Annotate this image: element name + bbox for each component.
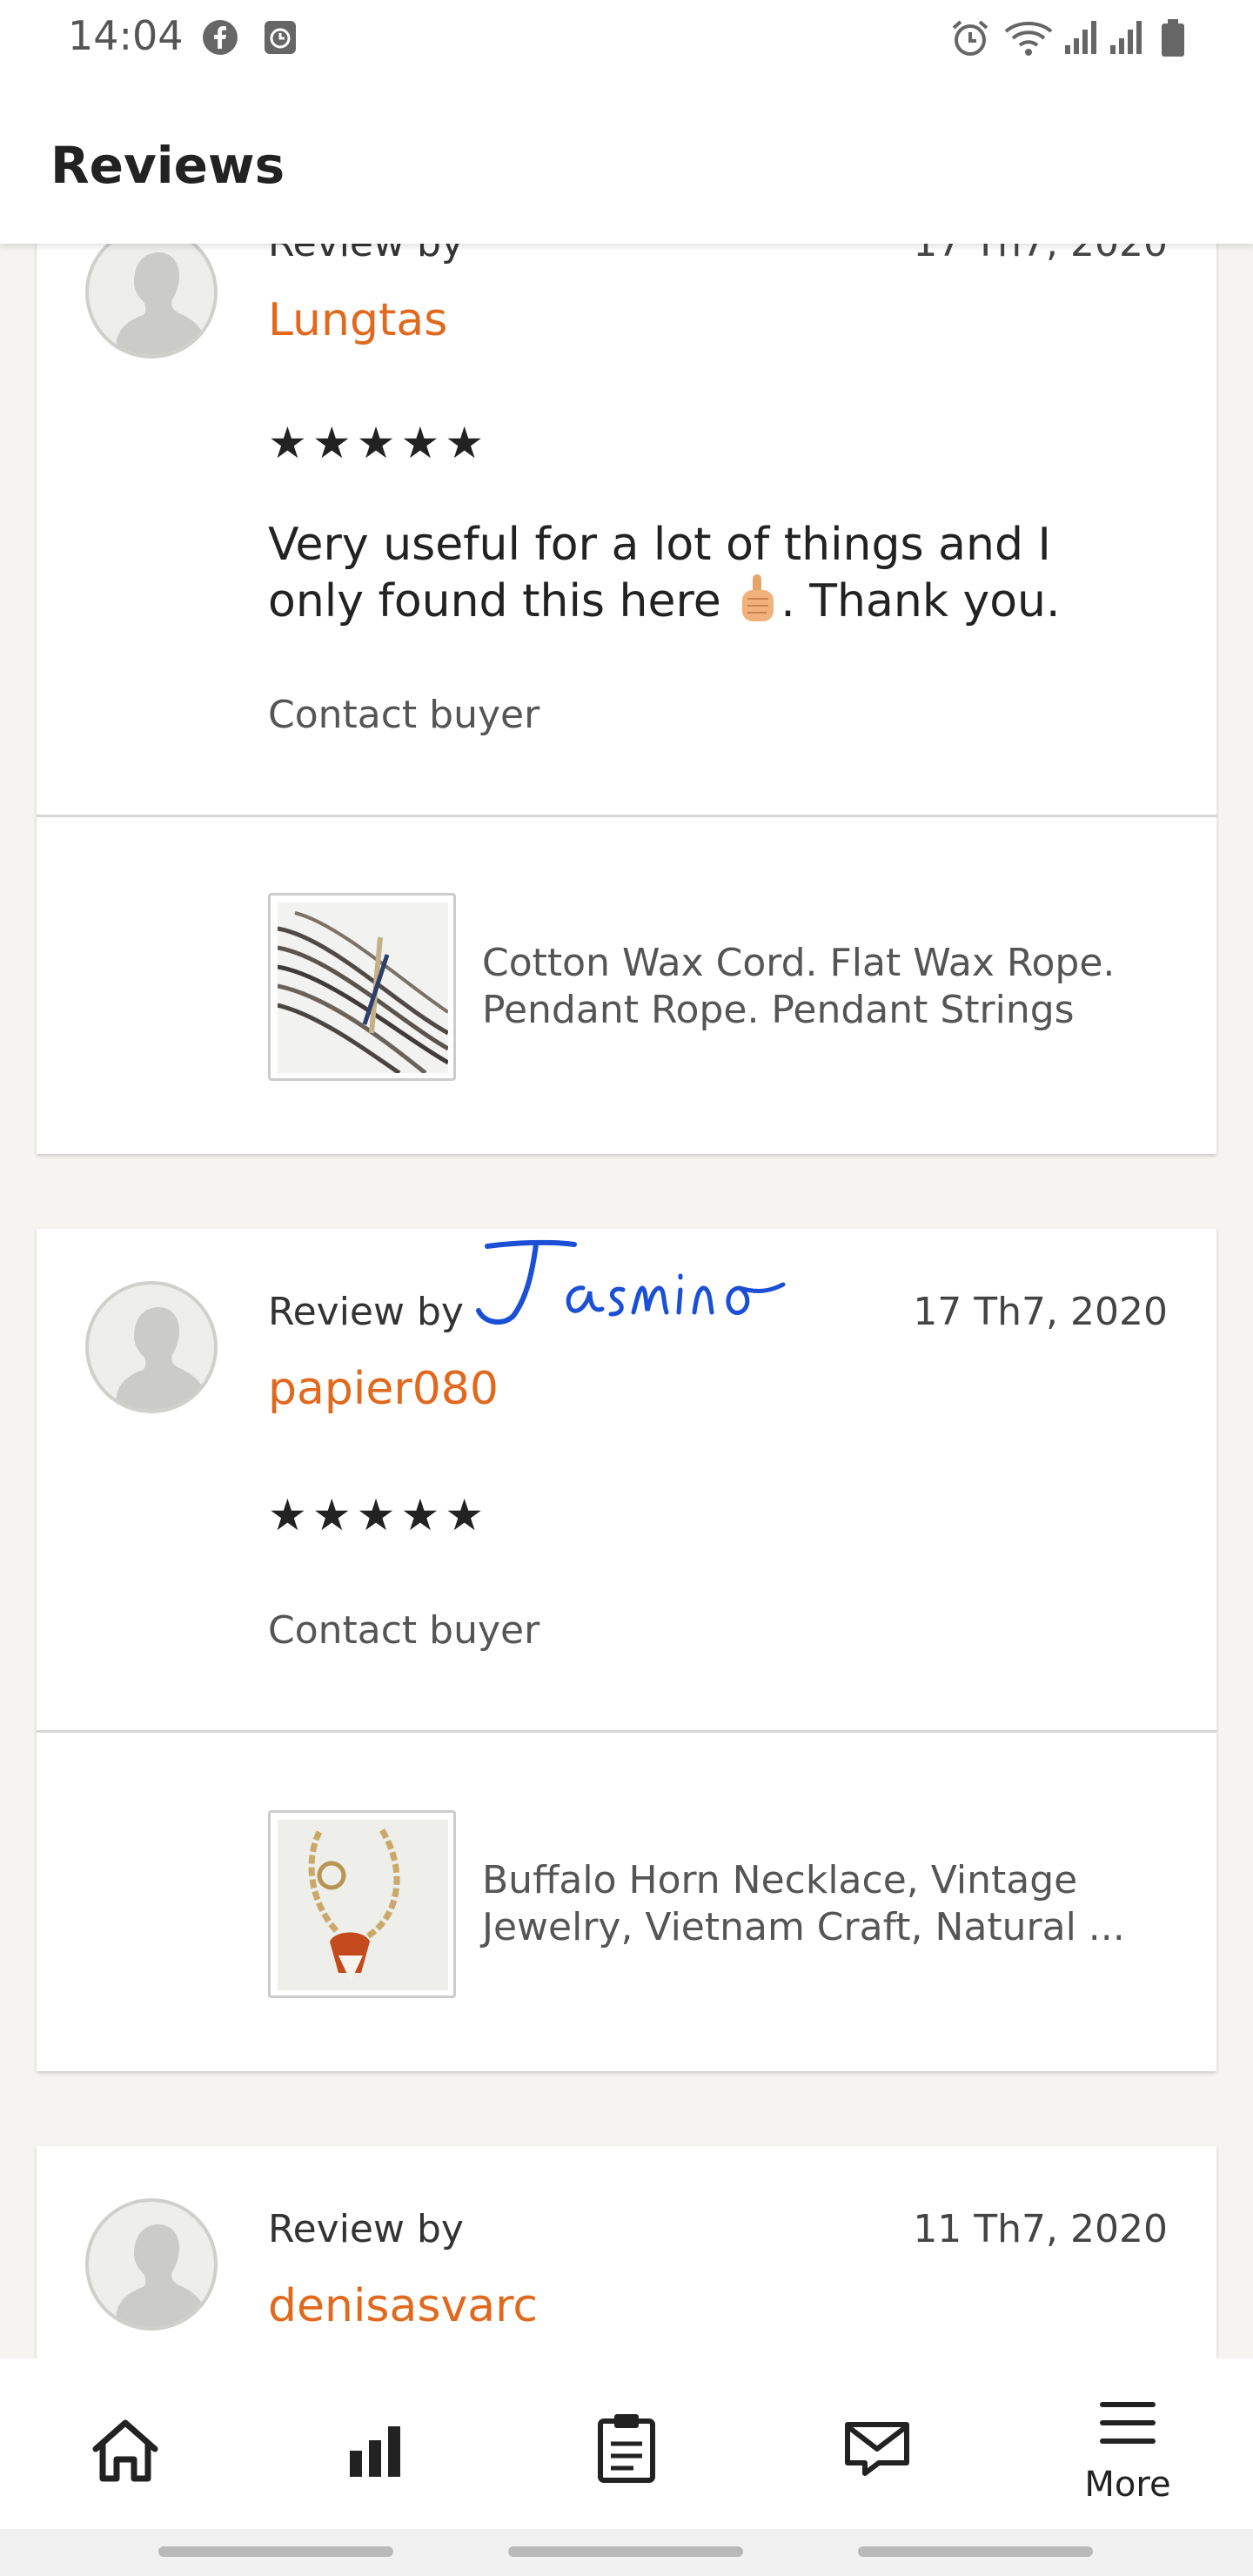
listing-image [278, 1820, 448, 1990]
nav-orders[interactable] [501, 2358, 752, 2529]
avatar[interactable] [85, 2198, 218, 2331]
system-back-handle[interactable] [158, 2546, 393, 2557]
nav-stats[interactable] [251, 2358, 501, 2529]
stats-icon [350, 2426, 400, 2477]
signature-watermark [476, 1239, 786, 1325]
user-silhouette-icon [115, 2224, 207, 2327]
review-text: Very useful for a lot of things and I on… [268, 517, 1138, 629]
facebook-icon [203, 20, 238, 55]
review-card: Review by 17 Th7, 2020 papier080 ★★★★★ C… [37, 1229, 1216, 2071]
thumbs-up-icon [742, 574, 774, 621]
review-text-part: . Thank you. [781, 575, 1061, 627]
listing-thumbnail[interactable] [268, 1810, 456, 1998]
listing-title-link[interactable]: Buffalo Horn Necklace, Vintage Jewelry, … [482, 1857, 1187, 1951]
listing-image [278, 902, 448, 1073]
star-rating: ★★★★★ [268, 418, 490, 468]
status-time: 14:04 [68, 12, 184, 59]
nav-home[interactable] [0, 2358, 251, 2529]
review-card: Review by 17 Th7, 2020 Lungtas ★★★★★ Ver… [37, 174, 1216, 1154]
status-bar: 14:04 [0, 0, 1253, 73]
page-title: Reviews [50, 136, 285, 195]
signal-icon [1065, 21, 1096, 54]
reviewer-name-link[interactable]: denisasvarc [268, 2280, 538, 2332]
nav-more[interactable]: More [1002, 2358, 1253, 2529]
messages-icon [845, 2422, 909, 2476]
divider [37, 815, 1216, 817]
orders-clipboard-icon [598, 2414, 655, 2483]
review-by-label: Review by [268, 2207, 464, 2251]
nav-more-label: More [1084, 2465, 1171, 2505]
nav-messages[interactable] [752, 2358, 1002, 2529]
app-header: Reviews [0, 73, 1253, 244]
user-silhouette-icon [115, 252, 207, 355]
listing-title-link[interactable]: Cotton Wax Cord. Flat Wax Rope. Pendant … [482, 940, 1187, 1034]
contact-buyer-link[interactable]: Contact buyer [268, 693, 539, 737]
listing-thumbnail[interactable] [268, 893, 456, 1081]
review-date: 17 Th7, 2020 [913, 1290, 1168, 1334]
star-rating: ★★★★★ [268, 1490, 490, 1540]
battery-icon [1162, 19, 1184, 57]
divider [37, 1730, 1216, 1733]
review-date: 11 Th7, 2020 [913, 2207, 1168, 2251]
review-by-label: Review by [268, 1290, 464, 1334]
clock-app-icon [265, 21, 296, 54]
avatar[interactable] [85, 1281, 218, 1413]
contact-buyer-link[interactable]: Contact buyer [268, 1608, 539, 1653]
avatar[interactable] [85, 226, 218, 359]
reviewer-name-link[interactable]: papier080 [268, 1363, 499, 1415]
home-icon [92, 2419, 158, 2482]
reviewer-name-link[interactable]: Lungtas [268, 294, 447, 346]
system-recents-handle[interactable] [858, 2546, 1093, 2557]
signal-icon [1110, 21, 1142, 54]
system-navigation-bar [0, 2529, 1253, 2576]
wifi-icon [1004, 22, 1053, 56]
system-home-handle[interactable] [508, 2546, 743, 2557]
user-silhouette-icon [115, 1307, 207, 1410]
alarm-icon [952, 20, 988, 56]
bottom-navigation: More [0, 2358, 1253, 2529]
menu-icon [1100, 2402, 1156, 2444]
